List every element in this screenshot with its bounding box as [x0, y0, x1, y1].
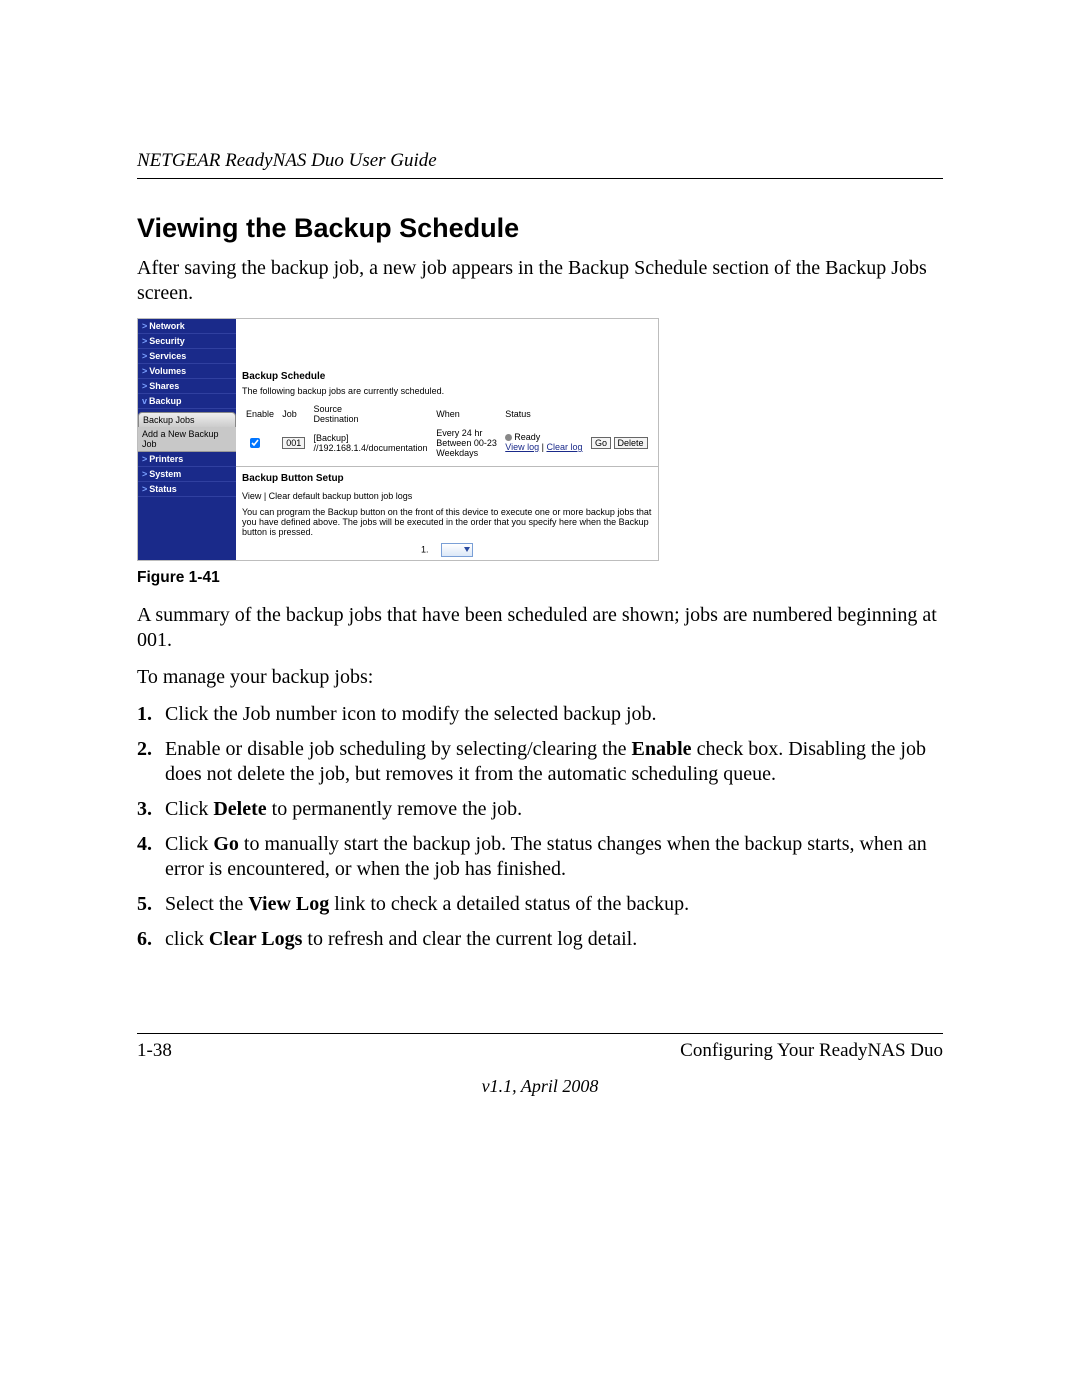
nav-printers[interactable]: >Printers	[138, 452, 236, 467]
steps-list: 1.Click the Job number icon to modify th…	[137, 702, 943, 952]
sidebar-nav: >Network >Security >Services >Volumes >S…	[138, 319, 236, 560]
chevron-down-icon: v	[142, 396, 147, 406]
chapter-title: Configuring Your ReadyNAS Duo	[680, 1040, 943, 1062]
page-footer: 1-38 Configuring Your ReadyNAS Duo v1.1,…	[137, 1033, 943, 1097]
step-4: 4.Click Go to manually start the backup …	[137, 832, 943, 882]
summary-p1: A summary of the backup jobs that have b…	[137, 603, 943, 653]
intro-paragraph: After saving the backup job, a new job a…	[137, 256, 943, 306]
job-number-button[interactable]: 001	[282, 437, 305, 449]
backup-button-row: 1.	[236, 540, 658, 560]
running-head: NETGEAR ReadyNAS Duo User Guide	[137, 150, 943, 172]
nav-system[interactable]: >System	[138, 467, 236, 482]
status-dot-icon	[505, 434, 512, 441]
backup-schedule-subtitle: The following backup jobs are currently …	[236, 386, 658, 402]
table-header-row: Enable Job SourceDestination When Status	[242, 402, 652, 426]
nav-label: Network	[149, 321, 185, 331]
nav-label: Backup	[149, 396, 182, 406]
backup-button-setup-title: Backup Button Setup	[236, 467, 658, 488]
backup-button-dropdown[interactable]	[441, 543, 473, 557]
col-job: Job	[278, 402, 309, 426]
nav-security[interactable]: >Security	[138, 334, 236, 349]
nav-backup-jobs[interactable]: Backup Jobs	[138, 412, 236, 427]
nav-shares[interactable]: >Shares	[138, 379, 236, 394]
nav-label: Volumes	[149, 366, 186, 376]
step-6: 6.click Clear Logs to refresh and clear …	[137, 927, 943, 952]
chevron-right-icon: >	[142, 484, 147, 494]
step-5: 5.Select the View Log link to check a de…	[137, 892, 943, 917]
header-rule	[137, 178, 943, 179]
backup-button-rownum: 1.	[421, 544, 429, 554]
col-enable: Enable	[242, 402, 278, 426]
nav-backup[interactable]: vBackup	[138, 394, 236, 409]
nav-label: System	[149, 469, 181, 479]
version-line: v1.1, April 2008	[137, 1076, 943, 1097]
nav-label: Services	[149, 351, 186, 361]
figure-1-41: >Network >Security >Services >Volumes >S…	[137, 318, 943, 561]
screenshot: >Network >Security >Services >Volumes >S…	[137, 318, 659, 561]
when-cell: Every 24 hr Between 00-23 Weekdays	[432, 426, 501, 460]
col-status: Status	[501, 402, 587, 426]
chevron-right-icon: >	[142, 321, 147, 331]
col-srcdst: SourceDestination	[309, 402, 432, 426]
view-log-link[interactable]: View log	[505, 442, 539, 452]
nav-add-backup-job[interactable]: Add a New Backup Job	[138, 427, 236, 452]
status-cell: Ready View log | Clear log	[501, 426, 587, 460]
enable-checkbox[interactable]	[250, 438, 260, 448]
nav-status[interactable]: >Status	[138, 482, 236, 497]
backup-button-links[interactable]: View | Clear default backup button job l…	[236, 488, 658, 504]
step-2: 2.Enable or disable job scheduling by se…	[137, 737, 943, 787]
step-3: 3.Click Delete to permanently remove the…	[137, 797, 943, 822]
nav-label: Printers	[149, 454, 183, 464]
col-when: When	[432, 402, 501, 426]
backup-schedule-title: Backup Schedule	[236, 365, 658, 386]
nav-services[interactable]: >Services	[138, 349, 236, 364]
chevron-right-icon: >	[142, 366, 147, 376]
nav-label: Security	[149, 336, 185, 346]
chevron-right-icon: >	[142, 469, 147, 479]
backup-schedule-table: Enable Job SourceDestination When Status…	[242, 402, 652, 460]
main-panel: Backup Schedule The following backup job…	[236, 319, 658, 560]
summary-p2: To manage your backup jobs:	[137, 665, 943, 690]
chevron-right-icon: >	[142, 351, 147, 361]
page-number: 1-38	[137, 1040, 172, 1062]
nav-label: Status	[149, 484, 177, 494]
step-1: 1.Click the Job number icon to modify th…	[137, 702, 943, 727]
table-row: 001 [Backup] //192.168.1.4/documentation…	[242, 426, 652, 460]
chevron-right-icon: >	[142, 336, 147, 346]
delete-button[interactable]: Delete	[614, 437, 648, 449]
nav-volumes[interactable]: >Volumes	[138, 364, 236, 379]
figure-caption: Figure 1-41	[137, 569, 943, 587]
section-title: Viewing the Backup Schedule	[137, 213, 943, 244]
chevron-right-icon: >	[142, 381, 147, 391]
nav-label: Shares	[149, 381, 179, 391]
backup-button-desc: You can program the Backup button on the…	[236, 504, 658, 540]
go-button[interactable]: Go	[591, 437, 611, 449]
source-destination-cell: [Backup] //192.168.1.4/documentation	[309, 426, 432, 460]
clear-log-link[interactable]: Clear log	[546, 442, 582, 452]
chevron-right-icon: >	[142, 454, 147, 464]
nav-network[interactable]: >Network	[138, 319, 236, 334]
